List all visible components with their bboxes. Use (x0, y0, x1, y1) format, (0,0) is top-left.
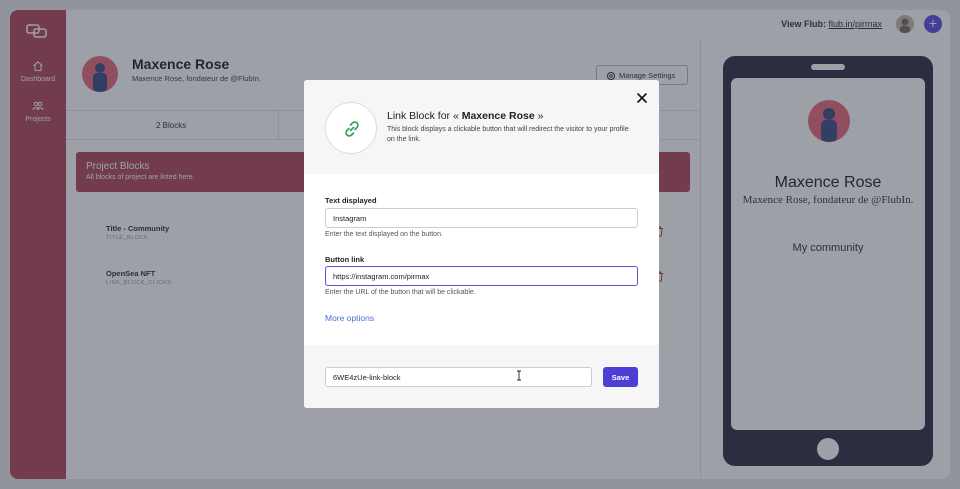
button-link-label: Button link (325, 255, 365, 264)
modal-footer: Save (304, 345, 659, 408)
modal-header: Link Block for « Maxence Rose » This blo… (304, 80, 659, 174)
modal-description: This block displays a clickable button t… (387, 126, 629, 143)
text-displayed-help: Enter the text displayed on the button. (325, 231, 443, 238)
link-icon (345, 121, 359, 137)
text-cursor-icon (517, 370, 521, 381)
more-options-link[interactable]: More options (325, 313, 374, 323)
block-id-input[interactable] (325, 367, 592, 387)
close-icon[interactable] (635, 91, 649, 105)
link-icon-circle (325, 102, 377, 154)
save-button[interactable]: Save (603, 367, 638, 387)
text-displayed-input[interactable] (325, 208, 638, 228)
modal-title: Link Block for « Maxence Rose » (387, 110, 544, 122)
text-displayed-label: Text displayed (325, 196, 377, 205)
button-link-help: Enter the URL of the button that will be… (325, 289, 476, 296)
link-block-modal: Link Block for « Maxence Rose » This blo… (304, 80, 659, 408)
button-link-input[interactable] (325, 266, 638, 286)
